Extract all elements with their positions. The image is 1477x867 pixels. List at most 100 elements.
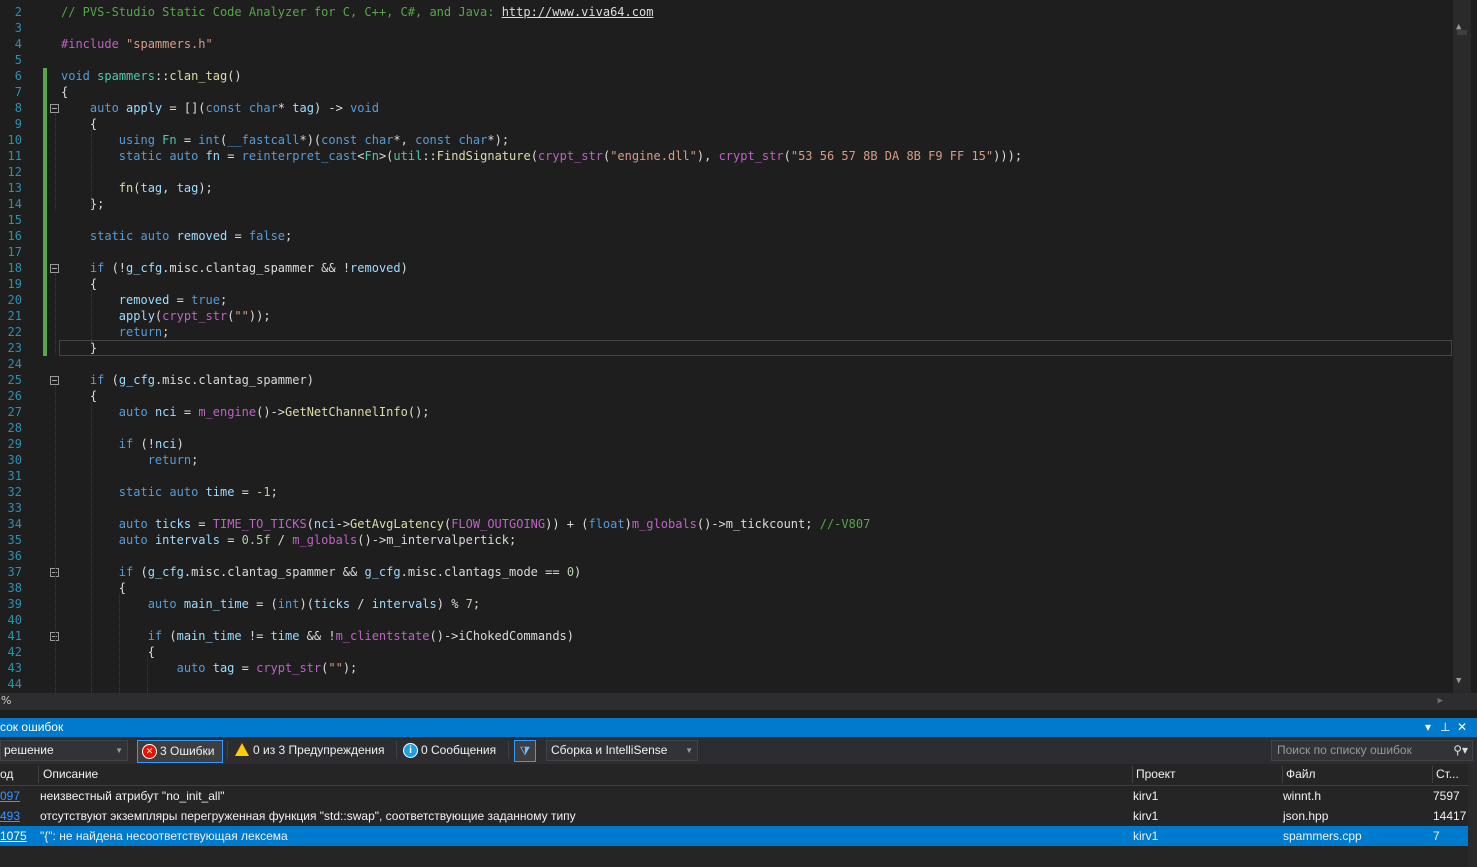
code-line[interactable]: return;: [61, 324, 170, 340]
line-number: 27: [7, 405, 22, 419]
code-line[interactable]: }: [61, 340, 97, 356]
line-number: 8: [14, 101, 22, 115]
line-number: 4: [14, 37, 22, 51]
line-number: 32: [7, 485, 22, 499]
search-placeholder: Поиск по списку ошибок: [1277, 743, 1412, 757]
code-line[interactable]: static auto time = -1;: [61, 484, 278, 500]
code-line[interactable]: using Fn = int(__fastcall*)(const char*,…: [61, 132, 509, 148]
column-divider[interactable]: [38, 766, 39, 783]
code-line[interactable]: apply(crypt_str(""));: [61, 308, 271, 324]
table-row-selected[interactable]: 1075 "{": не найдена несоответствующая л…: [0, 826, 1468, 846]
line-number: 9: [14, 117, 22, 131]
table-row[interactable]: 493 отсутствуют экземпляры перегруженная…: [0, 806, 1468, 826]
column-header-file[interactable]: Файл: [1286, 764, 1316, 785]
warnings-filter-label: 0 из 3 Предупреждения: [253, 743, 385, 757]
panel-title: сок ошибок: [0, 720, 64, 734]
code-line[interactable]: {: [61, 644, 155, 660]
code-line[interactable]: {: [61, 116, 97, 132]
code-line[interactable]: static auto fn = reinterpret_cast<Fn>(ut…: [61, 148, 1022, 164]
code-line[interactable]: {: [61, 580, 126, 596]
error-code-link[interactable]: 1075: [0, 826, 27, 846]
filter-icon[interactable]: ⧩: [514, 740, 536, 762]
code-line[interactable]: fn(tag, tag);: [61, 180, 213, 196]
line-number: 26: [7, 389, 22, 403]
code-line[interactable]: if (!nci): [61, 436, 184, 452]
code-line[interactable]: auto intervals = 0.5f / m_globals()->m_i…: [61, 532, 516, 548]
dropdown-icon[interactable]: ▾: [1425, 718, 1431, 737]
scroll-thumb[interactable]: [1457, 30, 1467, 35]
error-line: 7597: [1433, 789, 1460, 803]
code-line[interactable]: {: [61, 84, 68, 100]
table-row[interactable]: 097 неизвестный атрибут "no_init_all" ki…: [0, 786, 1468, 806]
code-line[interactable]: return;: [61, 452, 199, 468]
line-number: 15: [7, 213, 22, 227]
search-icon[interactable]: ⚲▾: [1453, 741, 1468, 760]
line-number: 5: [14, 53, 22, 67]
errors-filter-button[interactable]: ✕ 3 Ошибки: [137, 740, 223, 763]
zoom-level[interactable]: %: [1, 694, 11, 707]
code-line[interactable]: if (g_cfg.misc.clantag_spammer): [61, 372, 314, 388]
code-line[interactable]: auto apply = [](const char* tag) -> void: [61, 100, 379, 116]
code-line[interactable]: auto ticks = TIME_TO_TICKS(nci->GetAvgLa…: [61, 516, 871, 532]
toolbar-divider: [508, 741, 509, 759]
error-project: kirv1: [1133, 829, 1159, 843]
vertical-scrollbar[interactable]: ▲ ▼: [1453, 0, 1471, 693]
error-list-scrollbar[interactable]: [1468, 764, 1477, 867]
code-line[interactable]: void spammers::clan_tag(): [61, 68, 242, 84]
pin-icon[interactable]: ⊥: [1440, 718, 1450, 737]
code-line[interactable]: // PVS-Studio Static Code Analyzer for C…: [61, 4, 653, 20]
close-icon[interactable]: ✕: [1457, 718, 1467, 737]
code-line[interactable]: removed = true;: [61, 292, 227, 308]
line-number: 6: [14, 69, 22, 83]
column-divider[interactable]: [1132, 766, 1133, 783]
change-marker: [43, 68, 47, 356]
line-number: 24: [7, 357, 22, 371]
fold-toggle-icon[interactable]: [50, 376, 59, 385]
scroll-down-icon[interactable]: ▼: [1456, 676, 1461, 686]
column-header-code[interactable]: од: [0, 764, 13, 785]
chevron-down-icon: ▼: [685, 746, 693, 755]
warnings-filter-button[interactable]: 0 из 3 Предупреждения: [231, 740, 385, 761]
error-project: kirv1: [1133, 809, 1159, 823]
column-header-project[interactable]: Проект: [1136, 764, 1176, 785]
scope-select[interactable]: решение ▼: [0, 740, 128, 761]
indent-guide: [55, 386, 56, 693]
column-divider[interactable]: [1282, 766, 1283, 783]
column-divider[interactable]: [1432, 766, 1433, 783]
messages-filter-label: 0 Сообщения: [421, 743, 497, 757]
code-line[interactable]: auto tag = crypt_str("");: [61, 660, 358, 676]
messages-filter-button[interactable]: i0 Сообщения: [399, 740, 496, 761]
line-number: 41: [7, 629, 22, 643]
line-number: 16: [7, 229, 22, 243]
line-number: 39: [7, 597, 22, 611]
column-header-line[interactable]: Ст...: [1436, 764, 1459, 785]
code-line[interactable]: #include "spammers.h": [61, 36, 213, 52]
build-filter-select[interactable]: Сборка и IntelliSense ▼: [546, 740, 698, 761]
fold-toggle-icon[interactable]: [50, 264, 59, 273]
code-line[interactable]: if (main_time != time && !m_clientstate(…: [61, 628, 574, 644]
code-line[interactable]: static auto removed = false;: [61, 228, 292, 244]
scroll-right-icon[interactable]: ▶: [1438, 696, 1443, 706]
error-list-toolbar: решение ▼ ✕ 3 Ошибки 0 из 3 Предупреждени…: [0, 737, 1477, 764]
error-code-link[interactable]: 493: [0, 806, 20, 826]
info-circle-icon: i: [403, 743, 418, 759]
code-line[interactable]: {: [61, 388, 97, 404]
scope-value: решение: [4, 743, 54, 757]
error-line: 7: [1433, 829, 1440, 843]
fold-toggle-icon[interactable]: [50, 104, 59, 113]
line-number: 19: [7, 277, 22, 291]
line-number: 11: [7, 149, 22, 163]
code-line[interactable]: };: [61, 196, 104, 212]
code-line[interactable]: {: [61, 276, 97, 292]
code-editor[interactable]: 2 3 4 5 6 7 8 9 10 11 12 13 14 15 16 17 18 19 20 21 22 23 24 25…: [0, 0, 1477, 693]
error-line: 14417: [1433, 809, 1467, 823]
line-number: 35: [7, 533, 22, 547]
error-search-input[interactable]: Поиск по списку ошибок ⚲▾: [1271, 740, 1473, 761]
column-header-description[interactable]: Описание: [43, 764, 98, 785]
code-line[interactable]: auto nci = m_engine()->GetNetChannelInfo…: [61, 404, 430, 420]
code-line[interactable]: if (!g_cfg.misc.clantag_spammer && !remo…: [61, 260, 408, 276]
line-number: 23: [7, 341, 22, 355]
code-line[interactable]: auto main_time = (int)(ticks / intervals…: [61, 596, 480, 612]
error-code-link[interactable]: 097: [0, 786, 20, 806]
code-line[interactable]: if (g_cfg.misc.clantag_spammer && g_cfg.…: [61, 564, 581, 580]
